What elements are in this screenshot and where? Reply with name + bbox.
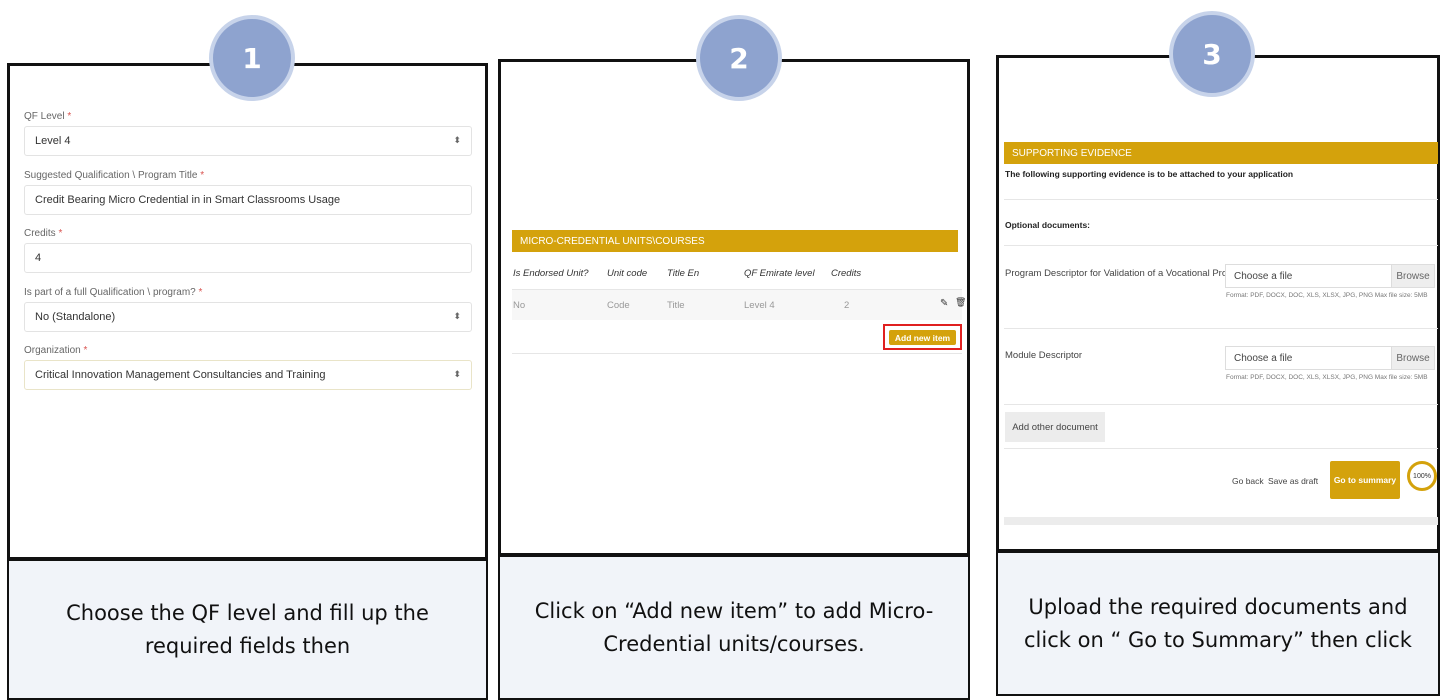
program-title-input[interactable]: Credit Bearing Micro Credential in in Sm…	[24, 185, 472, 215]
units-section-header: MICRO-CREDENTIAL UNITS\COURSES	[512, 230, 958, 252]
step3-badge: 3	[1169, 11, 1255, 97]
format-hint: Format: PDF, DOCX, DOC, XLS, XLSX, JPG, …	[1226, 292, 1428, 299]
add-new-item-button[interactable]: Add new item	[889, 330, 956, 345]
format-hint: Format: PDF, DOCX, DOC, XLS, XLSX, JPG, …	[1226, 374, 1428, 381]
delete-icon[interactable]: 🗑	[955, 298, 966, 308]
browse-button[interactable]: Browse	[1391, 264, 1435, 288]
cell-endorsed: No	[513, 300, 526, 311]
full-qualification-label: Is part of a full Qualification \ progra…	[24, 287, 203, 298]
col-unit-code: Unit code	[607, 268, 648, 279]
divider	[1004, 328, 1438, 329]
cell-qf-level: Level 4	[744, 300, 775, 311]
step1-badge: 1	[209, 15, 295, 101]
credits-input[interactable]: 4	[24, 243, 472, 273]
step3-screenshot-panel: SUPPORTING EVIDENCE The following suppor…	[996, 55, 1440, 552]
progress-ring: 100%	[1407, 461, 1437, 491]
qf-level-label: QF Level *	[24, 111, 72, 122]
cell-credits: 2	[844, 300, 850, 311]
browse-button[interactable]: Browse	[1391, 346, 1435, 370]
go-to-summary-button[interactable]: Go to summary	[1330, 461, 1400, 499]
divider	[1004, 245, 1438, 246]
divider	[1004, 404, 1438, 405]
divider	[1004, 448, 1438, 449]
add-other-document-button[interactable]: Add other document	[1005, 412, 1105, 442]
col-credits: Credits	[831, 268, 862, 279]
step1-caption: Choose the QF level and fill up the requ…	[7, 559, 488, 700]
organization-select[interactable]: Critical Innovation Management Consultan…	[24, 360, 472, 390]
organization-label: Organization *	[24, 345, 88, 356]
divider	[512, 353, 962, 354]
select-arrows-icon: ⬍	[453, 311, 461, 321]
program-title-label: Suggested Qualification \ Program Title …	[24, 170, 205, 181]
qf-level-select[interactable]: Level 4 ⬍	[24, 126, 472, 156]
intro-text: The following supporting evidence is to …	[1005, 169, 1294, 179]
col-title-en: Title En	[667, 268, 700, 279]
go-back-link[interactable]: Go back	[1232, 476, 1264, 486]
select-arrows-icon: ⬍	[453, 135, 461, 145]
doc-label: Module Descriptor	[1005, 350, 1083, 361]
file-input[interactable]: Choose a file Browse	[1225, 264, 1435, 288]
col-qf-level: QF Emirate level	[744, 268, 815, 279]
step3-caption: Upload the required documents and click …	[996, 551, 1440, 696]
col-endorsed: Is Endorsed Unit?	[513, 268, 589, 279]
credits-label: Credits *	[24, 228, 63, 239]
doc-label: Program Descriptor for Validation of a V…	[1005, 268, 1249, 279]
select-arrows-icon: ⬍	[453, 369, 461, 379]
table-row	[512, 290, 962, 320]
file-input[interactable]: Choose a file Browse	[1225, 346, 1435, 370]
step2-badge: 2	[696, 15, 782, 101]
supporting-evidence-header: SUPPORTING EVIDENCE	[1004, 142, 1438, 164]
step1-screenshot-panel: QF Level * Level 4 ⬍ Suggested Qualificat…	[7, 63, 488, 560]
divider	[1004, 199, 1438, 200]
save-as-draft-link[interactable]: Save as draft	[1268, 476, 1318, 486]
footer-bar	[1004, 517, 1438, 525]
edit-icon[interactable]: ✎	[940, 298, 948, 309]
step2-screenshot-panel: MICRO-CREDENTIAL UNITS\COURSES Is Endors…	[498, 59, 970, 556]
full-qualification-select[interactable]: No (Standalone) ⬍	[24, 302, 472, 332]
step2-caption: Click on “Add new item” to add Micro-Cre…	[498, 555, 970, 700]
optional-documents-heading: Optional documents:	[1005, 220, 1090, 230]
cell-title: Title	[667, 300, 685, 311]
cell-unit-code: Code	[607, 300, 630, 311]
